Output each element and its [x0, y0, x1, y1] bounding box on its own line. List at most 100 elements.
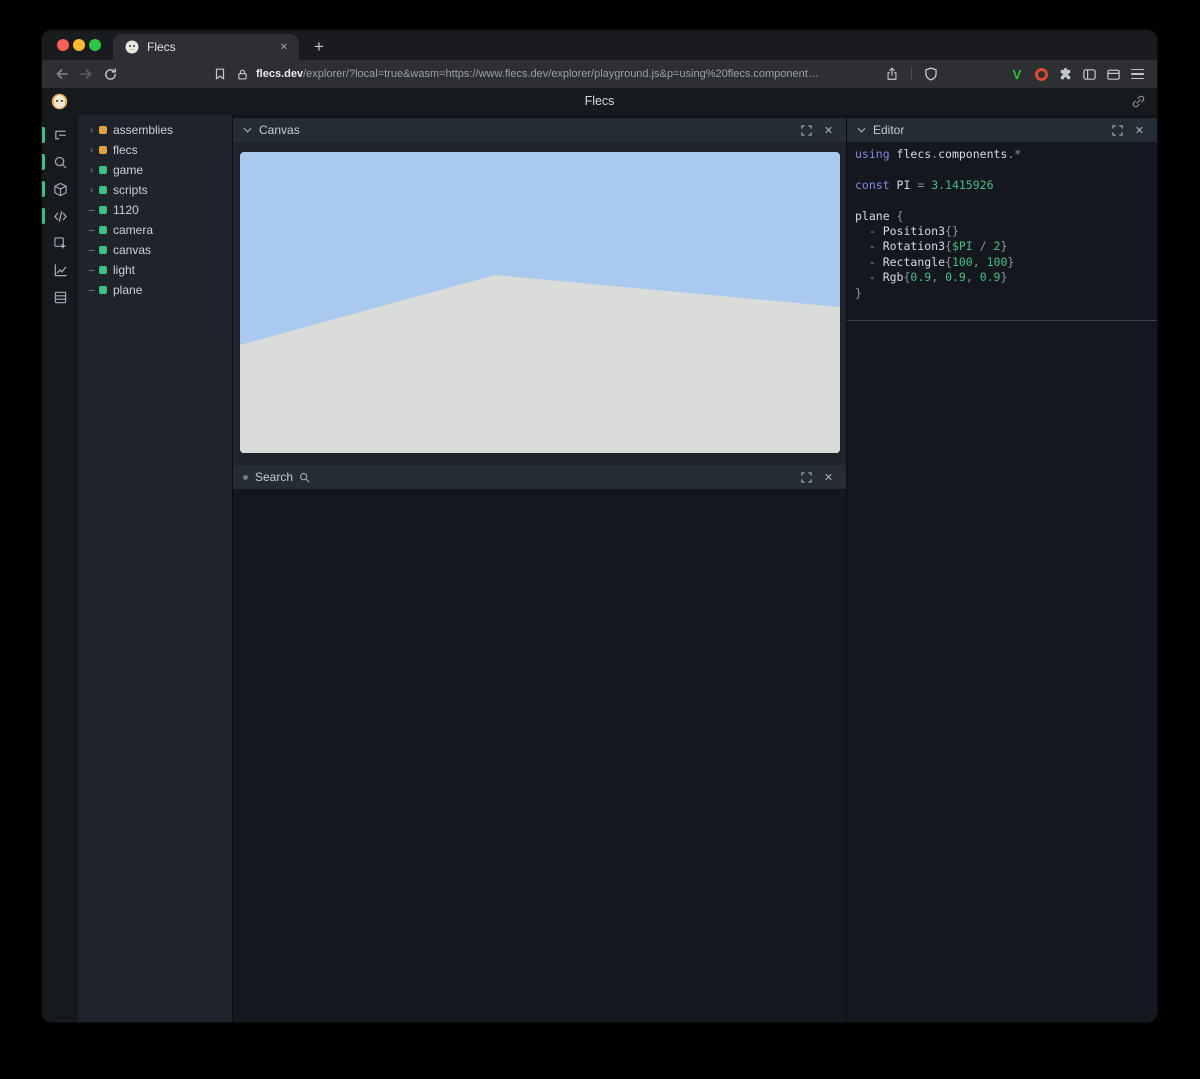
entity-color-square-icon	[99, 126, 107, 134]
entity-color-square-icon	[99, 146, 107, 154]
search-panel-header[interactable]: Search ✕	[233, 465, 846, 489]
collapse-chevron-icon[interactable]	[857, 127, 866, 133]
close-icon[interactable]: ✕	[821, 123, 836, 138]
tree-expand-icon: –	[87, 225, 96, 236]
url-domain: flecs.dev	[256, 68, 303, 80]
extensions-puzzle-icon[interactable]	[1053, 62, 1077, 86]
wallet-card-icon[interactable]	[1101, 62, 1125, 86]
new-tab-button[interactable]: +	[306, 35, 332, 59]
canvas-panel-title: Canvas	[259, 123, 300, 137]
tree-item-label: 1120	[113, 203, 139, 217]
code-line: const PI = 3.1415926	[855, 178, 1157, 193]
tree-item-label: flecs	[113, 143, 138, 157]
sidebar-search-icon-button[interactable]	[42, 154, 78, 170]
sidebar-inspect-icon-button[interactable]	[42, 235, 78, 251]
close-icon[interactable]: ✕	[821, 470, 836, 485]
app-header: Flecs	[42, 88, 1157, 115]
back-button[interactable]	[50, 62, 74, 86]
forward-button[interactable]	[74, 62, 98, 86]
flecs-explorer-page: Flecs › assemblies › flecs ›game›scripts – 112…	[42, 88, 1157, 1022]
side-panel-icon[interactable]	[1077, 62, 1101, 86]
tree-expand-icon: ›	[87, 125, 96, 136]
toolbar-divider	[911, 67, 912, 81]
brave-shield-icon[interactable]	[919, 62, 943, 86]
share-link-icon[interactable]	[1131, 94, 1146, 109]
fullscreen-icon[interactable]	[799, 470, 814, 485]
code-line	[855, 162, 1157, 177]
address-bar[interactable]: flecs.dev/explorer/?local=true&wasm=http…	[236, 62, 874, 86]
tree-item-assemblies[interactable]: › assemblies	[78, 120, 232, 140]
entity-color-square-icon	[99, 166, 107, 174]
code-line	[855, 193, 1157, 208]
active-indicator	[42, 154, 45, 170]
collapse-chevron-icon[interactable]	[243, 127, 252, 133]
editor-lower-area	[847, 321, 1157, 1022]
close-icon[interactable]: ✕	[1132, 123, 1147, 138]
bookmark-icon[interactable]	[208, 62, 232, 86]
window-zoom-button[interactable]	[89, 39, 101, 51]
tree-expand-icon: ›	[87, 145, 96, 156]
active-indicator	[42, 181, 45, 197]
code-editor[interactable]: using flecs.components.* const PI = 3.14…	[847, 142, 1157, 320]
canvas-panel-header: Canvas ✕	[233, 118, 846, 142]
tree-item-label: light	[113, 263, 135, 277]
browser-toolbar: flecs.dev/explorer/?local=true&wasm=http…	[42, 60, 1157, 88]
code-line: - Rotation3{$PI / 2}	[855, 239, 1157, 254]
tree-item-plane[interactable]: –plane	[78, 280, 232, 300]
center-column: Canvas ✕	[233, 115, 846, 1022]
v-extension-icon[interactable]: V	[1005, 62, 1029, 86]
editor-panel-header: Editor ✕	[847, 118, 1157, 142]
tree-expand-icon: –	[87, 245, 96, 256]
browser-window: Flecs ✕ + flecs.dev/explorer/?local=true…	[42, 30, 1157, 1022]
browser-tab[interactable]: Flecs ✕	[113, 34, 299, 60]
sidebar-cube-icon-button[interactable]	[42, 181, 78, 197]
tab-close-icon[interactable]: ✕	[278, 40, 290, 55]
search-panel-title: Search	[255, 470, 293, 484]
tree-item-light[interactable]: –light	[78, 260, 232, 280]
entity-color-square-icon	[99, 266, 107, 274]
sidebar-code-icon-button[interactable]	[42, 208, 78, 224]
tree-item-game[interactable]: ›game	[78, 160, 232, 180]
window-controls	[57, 39, 101, 51]
tree-expand-icon: ›	[87, 165, 96, 176]
code-line: - Rectangle{100, 100}	[855, 255, 1157, 270]
fullscreen-icon[interactable]	[799, 123, 814, 138]
fullscreen-icon[interactable]	[1110, 123, 1125, 138]
site-lock-icon[interactable]	[236, 68, 249, 81]
tree-expand-icon: –	[87, 205, 96, 216]
tree-expand-icon: –	[87, 285, 96, 296]
empty-workspace-area	[233, 489, 846, 1022]
drag-dot-icon	[243, 475, 248, 480]
left-icon-sidebar	[42, 115, 78, 1022]
recorder-extension-icon[interactable]	[1029, 62, 1053, 86]
tree-item-camera[interactable]: – camera	[78, 220, 232, 240]
tree-item-flecs[interactable]: › flecs	[78, 140, 232, 160]
entity-color-square-icon	[99, 206, 107, 214]
tree-item-1120[interactable]: – 1120	[78, 200, 232, 220]
tree-item-label: assemblies	[113, 123, 173, 137]
entity-color-square-icon	[99, 246, 107, 254]
window-minimize-button[interactable]	[73, 39, 85, 51]
sidebar-chart-icon-button[interactable]	[42, 262, 78, 278]
tree-item-scripts[interactable]: ›scripts	[78, 180, 232, 200]
share-icon[interactable]	[880, 62, 904, 86]
tree-item-label: camera	[113, 223, 153, 237]
tree-expand-icon: ›	[87, 185, 96, 196]
reload-button[interactable]	[98, 62, 122, 86]
editor-column: Editor ✕ using flecs.components.* const …	[847, 115, 1157, 1022]
active-indicator	[42, 208, 45, 224]
url-path: /explorer/?local=true&wasm=https://www.f…	[303, 68, 819, 80]
entity-tree-panel: › assemblies › flecs ›game›scripts – 1120 – came…	[78, 115, 232, 1022]
search-icon	[299, 472, 310, 483]
tree-item-canvas[interactable]: –canvas	[78, 240, 232, 260]
editor-panel-title: Editor	[873, 123, 904, 137]
entity-color-square-icon	[99, 286, 107, 294]
sidebar-rows-icon-button[interactable]	[42, 289, 78, 305]
code-line: }	[855, 286, 1157, 301]
code-line: - Rgb{0.9, 0.9, 0.9}	[855, 270, 1157, 285]
window-close-button[interactable]	[57, 39, 69, 51]
code-line: using flecs.components.*	[855, 147, 1157, 162]
3d-canvas-viewport[interactable]	[240, 152, 840, 453]
browser-menu-icon[interactable]	[1125, 62, 1149, 86]
sidebar-tree-icon-button[interactable]	[42, 127, 78, 143]
